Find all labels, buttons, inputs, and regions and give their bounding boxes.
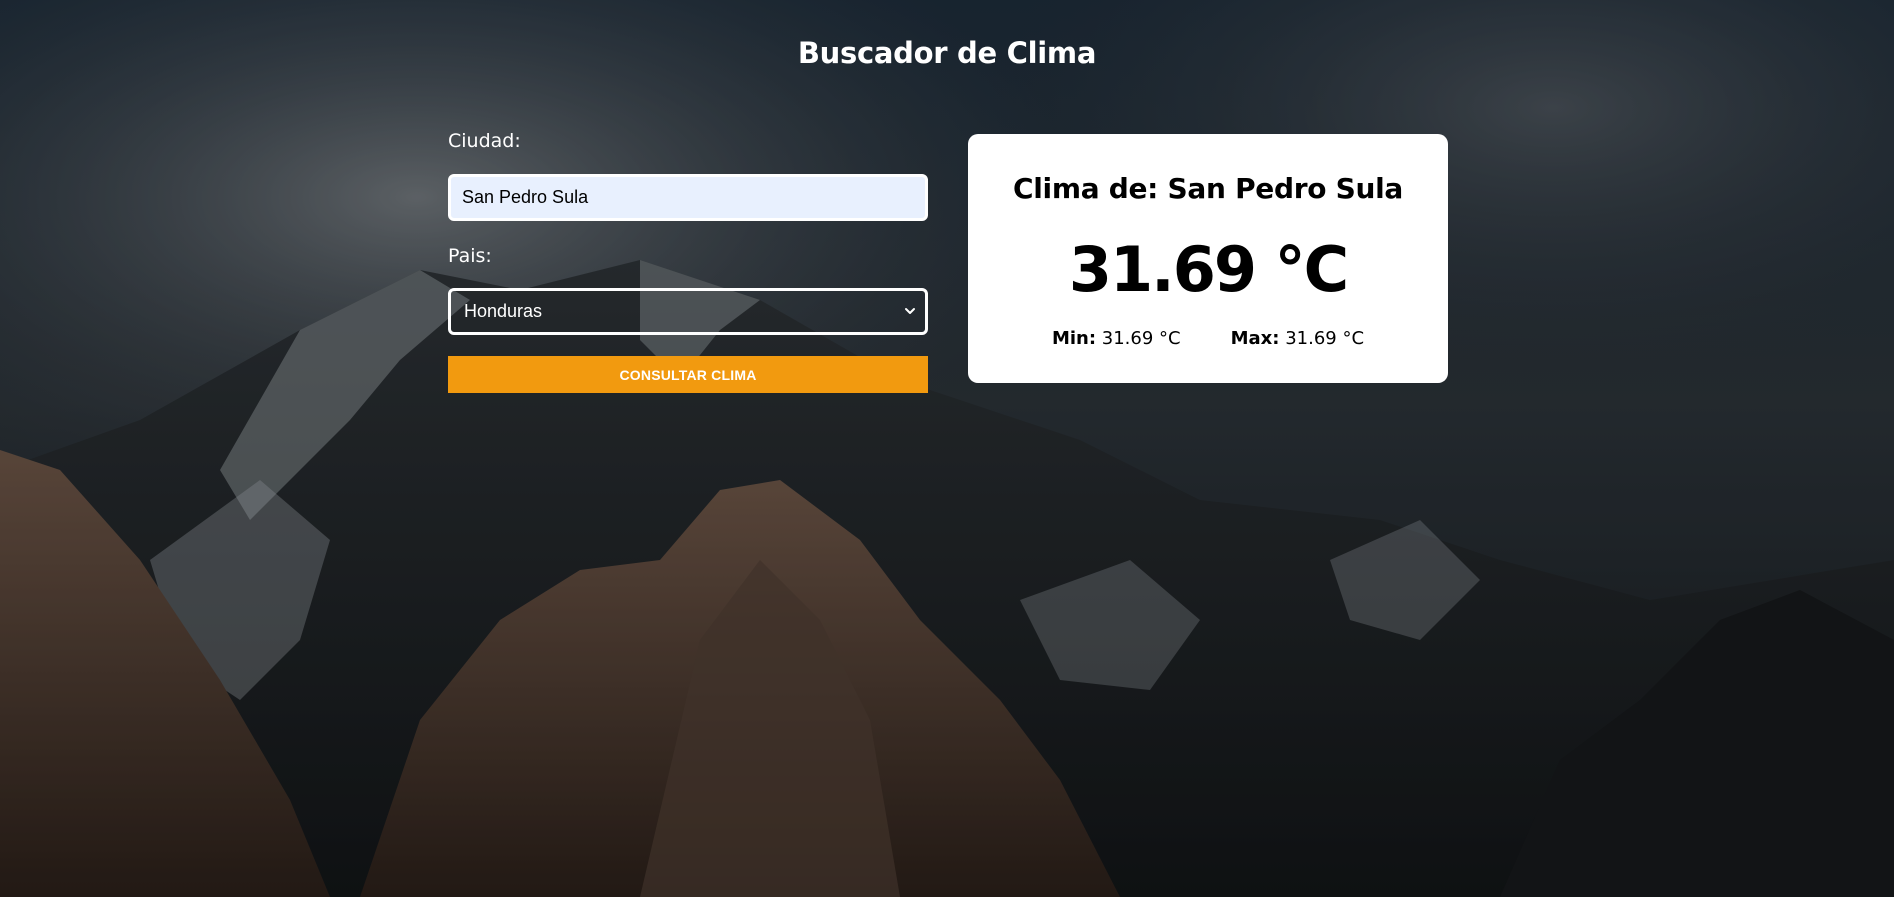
country-select-value[interactable]: Honduras — [448, 288, 928, 335]
background-mountain-image — [0, 0, 1894, 897]
min-label: Min: — [1051, 328, 1097, 349]
weather-result-card: Clima de: San Pedro Sula 31.69 °C Min: 3… — [968, 134, 1448, 383]
weather-search-form: Ciudad: Pais: Honduras CONSULTAR CLIMA — [448, 126, 928, 393]
max-value: 31.69 °C — [1285, 328, 1365, 349]
current-temperature: 31.69 °C — [1068, 233, 1349, 306]
chevron-down-icon — [905, 308, 915, 314]
country-select[interactable]: Honduras — [448, 288, 928, 335]
max-label: Max: — [1230, 328, 1280, 349]
page-title: Buscador de Clima — [797, 36, 1097, 70]
min-value: 31.69 °C — [1101, 328, 1181, 349]
country-label: Pais: — [448, 245, 492, 267]
min-temperature: Min: 31.69 °C — [1052, 328, 1181, 350]
city-input[interactable] — [448, 174, 928, 221]
min-max-row: Min: 31.69 °C Max: 31.69 °C — [968, 328, 1448, 350]
city-label: Ciudad: — [448, 130, 521, 152]
check-weather-button[interactable]: CONSULTAR CLIMA — [448, 356, 928, 393]
result-heading: Clima de: San Pedro Sula — [1012, 172, 1404, 205]
max-temperature: Max: 31.69 °C — [1231, 328, 1364, 350]
